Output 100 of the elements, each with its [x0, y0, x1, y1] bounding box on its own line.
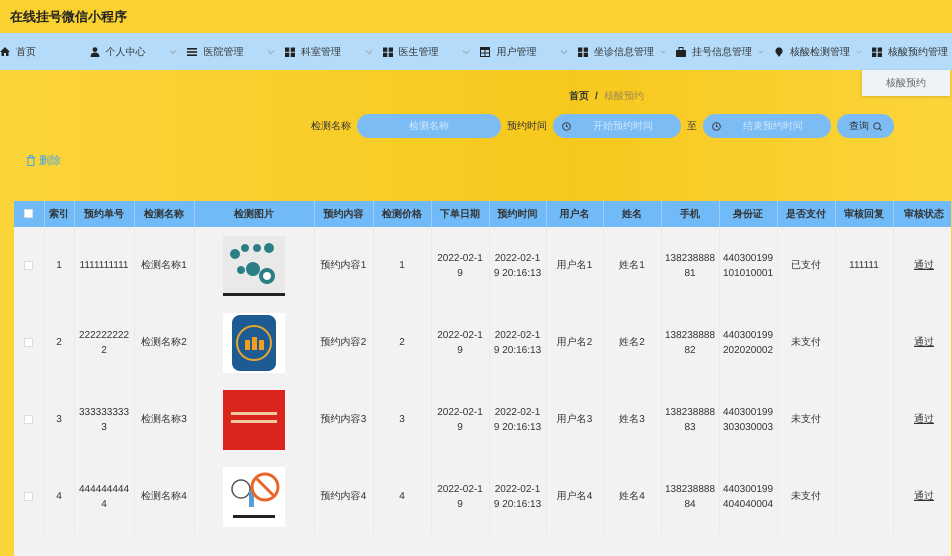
table-cell: 440300199101010001: [722, 252, 774, 278]
table-cell: 1: [56, 260, 62, 271]
nav-item[interactable]: 挂号信息管理: [676, 44, 774, 58]
nav-item[interactable]: 核酸预约管理: [872, 44, 952, 58]
table-cell: 姓名4: [619, 491, 645, 502]
caret-icon: [856, 48, 862, 55]
table-cell: 440300199303030003: [722, 406, 774, 432]
nav-item[interactable]: 医院管理: [187, 44, 285, 58]
table-cell: 姓名2: [619, 337, 645, 348]
table-cell: 13823888883: [664, 406, 716, 432]
table-cell: 用户名2: [556, 337, 592, 348]
grid-icon: [872, 46, 882, 56]
column-header: 预约时间: [489, 201, 546, 227]
search-field[interactable]: 检测名称: [357, 114, 501, 138]
nav-item[interactable]: 医生管理: [382, 44, 480, 58]
column-header: 身份证: [719, 201, 777, 227]
grid-icon: [382, 46, 393, 56]
caret-icon: [462, 48, 470, 55]
date-field[interactable]: 结束预约时间: [703, 114, 831, 138]
table-cell: 预约内容1: [320, 260, 366, 271]
table-cell: 4: [399, 491, 405, 502]
trash-icon: [26, 155, 36, 166]
table-cell: 1111111111: [80, 260, 128, 271]
table-cell: 2022-02-19: [437, 406, 483, 432]
search-button[interactable]: 查询: [837, 114, 894, 138]
column-header: 检测价格: [373, 201, 431, 227]
app-title: 在线挂号微信小程序: [10, 8, 127, 26]
table-cell: 预约内容2: [320, 337, 366, 348]
checkbox[interactable]: [24, 338, 34, 347]
search-icon: [873, 122, 882, 130]
nav-item[interactable]: 首页: [0, 44, 90, 58]
table-cell: 预约内容4: [320, 491, 366, 502]
status-link[interactable]: 通过: [914, 337, 934, 348]
table-cell: 13823888884: [664, 484, 716, 510]
column-header: 姓名: [603, 201, 661, 227]
list-icon: [187, 46, 198, 56]
checkbox[interactable]: [24, 209, 34, 218]
status-link[interactable]: 通过: [914, 414, 934, 425]
table-cell: 用户名4: [556, 491, 592, 502]
table-cell: 440300199404040004: [722, 484, 774, 510]
caret-icon: [267, 48, 275, 55]
table-cell: 4444444444: [78, 484, 130, 510]
briefcase-icon: [676, 46, 686, 56]
field-label: 至: [687, 120, 697, 133]
grid-icon: [578, 46, 588, 56]
table-cell: 姓名3: [619, 414, 645, 425]
status-link[interactable]: 通过: [914, 491, 934, 502]
user-icon: [90, 46, 100, 56]
field-label: 检测名称: [311, 120, 351, 133]
table-cell: 用户名3: [556, 414, 592, 425]
table-icon: [480, 46, 490, 56]
table-cell: 1: [399, 260, 405, 271]
table-cell: 预约内容3: [320, 414, 366, 425]
table-cell: 2022-02-19: [437, 330, 483, 356]
table-cell: 2022-02-19 20:16:13: [494, 484, 542, 510]
checkbox[interactable]: [24, 260, 34, 270]
table-cell: 2: [56, 337, 62, 348]
breadcrumb-item[interactable]: 首页: [569, 89, 589, 103]
checkbox[interactable]: [24, 414, 34, 424]
table-cell: 2: [399, 337, 405, 348]
caret-icon: [660, 48, 666, 55]
table-cell: 2022-02-19: [437, 484, 483, 510]
nav-item[interactable]: 科室管理: [285, 44, 383, 58]
table-cell: 4: [56, 491, 62, 502]
column-header: 检测图片: [194, 201, 314, 227]
nav-item[interactable]: 用户管理: [480, 44, 578, 58]
checkbox[interactable]: [24, 492, 34, 501]
table-cell: 2022-02-19 20:16:13: [494, 252, 542, 278]
medical-icons-picture: [223, 236, 285, 296]
table-cell: 440300199202020002: [722, 330, 774, 356]
caret-icon: [364, 48, 373, 55]
clock-icon: [712, 122, 721, 130]
caret-icon: [758, 48, 764, 55]
table-cell: 检测名称2: [141, 337, 187, 348]
pin-icon: [774, 46, 784, 56]
table-cell: 已支付: [791, 260, 821, 271]
table-cell: 3: [56, 414, 62, 425]
status-link[interactable]: 通过: [914, 260, 934, 271]
table-cell: 用户名1: [556, 260, 592, 271]
table-cell: 2022-02-19 20:16:13: [494, 406, 542, 432]
table-cell: 未支付: [791, 414, 821, 425]
home-icon: [0, 46, 10, 56]
table-cell: 13823888882: [664, 330, 716, 356]
table-cell: 111111: [849, 260, 879, 271]
caret-icon: [560, 48, 568, 55]
nav-item[interactable]: 核酸检测管理: [774, 44, 872, 58]
column-header: 是否支付: [777, 201, 835, 227]
table-cell: 未支付: [791, 491, 821, 502]
nav-item[interactable]: 个人中心: [90, 44, 188, 58]
table-cell: 姓名1: [619, 260, 645, 271]
nav-item[interactable]: 坐诊信息管理: [578, 44, 676, 58]
column-header: 下单日期: [431, 201, 489, 227]
caret-icon: [169, 48, 178, 55]
table-cell: 2022-02-19: [437, 252, 483, 278]
field-label: 预约时间: [507, 120, 547, 133]
table-cell: 未支付: [791, 337, 821, 348]
menu-item[interactable]: 核酸预约: [880, 75, 932, 91]
date-field[interactable]: 开始预约时间: [553, 114, 681, 138]
table-cell: 2222222222: [78, 330, 130, 356]
breadcrumb-separator: /: [595, 90, 598, 102]
